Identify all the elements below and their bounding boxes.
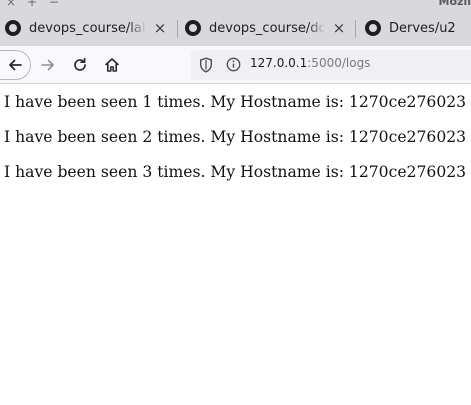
window-titlebar: × + − Mozil bbox=[0, 0, 471, 8]
url-path: :5000/logs bbox=[307, 56, 371, 70]
home-button[interactable] bbox=[97, 50, 127, 80]
github-icon bbox=[5, 20, 21, 36]
forward-arrow-icon bbox=[41, 59, 54, 71]
address-bar[interactable]: 127.0.0.1:5000/logs bbox=[191, 50, 471, 80]
window-close-button[interactable]: × bbox=[6, 0, 16, 8]
tab-docker[interactable]: devops_course/docke × bbox=[185, 14, 347, 42]
close-icon[interactable]: × bbox=[331, 19, 347, 37]
forward-button[interactable] bbox=[33, 50, 63, 80]
reload-button[interactable] bbox=[65, 50, 95, 80]
close-icon[interactable]: × bbox=[152, 19, 168, 37]
tracking-shield-icon[interactable] bbox=[199, 57, 213, 77]
log-line: I have been seen 3 times. My Hostname is… bbox=[4, 163, 467, 181]
tab-strip: devops_course/lab5 a × devops_course/doc… bbox=[0, 8, 471, 46]
tab-label: devops_course/docke bbox=[209, 20, 325, 36]
log-line: I have been seen 2 times. My Hostname is… bbox=[4, 128, 467, 146]
tab-separator bbox=[355, 20, 356, 38]
tab-separator bbox=[177, 20, 178, 38]
navigation-toolbar: 127.0.0.1:5000/logs bbox=[0, 46, 471, 84]
site-info-icon[interactable] bbox=[226, 57, 241, 76]
window-minimize-button[interactable]: − bbox=[49, 0, 59, 8]
github-icon bbox=[185, 20, 201, 36]
url-text: 127.0.0.1:5000/logs bbox=[250, 56, 370, 70]
home-icon bbox=[105, 58, 119, 72]
window-new-button[interactable]: + bbox=[27, 0, 37, 8]
page-content: I have been seen 1 times. My Hostname is… bbox=[4, 85, 471, 190]
tab-label: devops_course/lab5 a bbox=[29, 20, 146, 36]
window-title: Mozil bbox=[438, 0, 471, 8]
url-host: 127.0.0.1 bbox=[250, 56, 308, 70]
reload-icon bbox=[74, 57, 86, 71]
log-line: I have been seen 1 times. My Hostname is… bbox=[4, 93, 467, 111]
github-icon bbox=[365, 20, 381, 36]
tab-label: Derves/u2 bbox=[389, 20, 456, 36]
back-button[interactable] bbox=[0, 50, 31, 80]
back-arrow-icon bbox=[9, 59, 22, 71]
tab-derves[interactable]: Derves/u2 bbox=[365, 14, 471, 42]
tab-lab5[interactable]: devops_course/lab5 a × bbox=[5, 14, 168, 42]
